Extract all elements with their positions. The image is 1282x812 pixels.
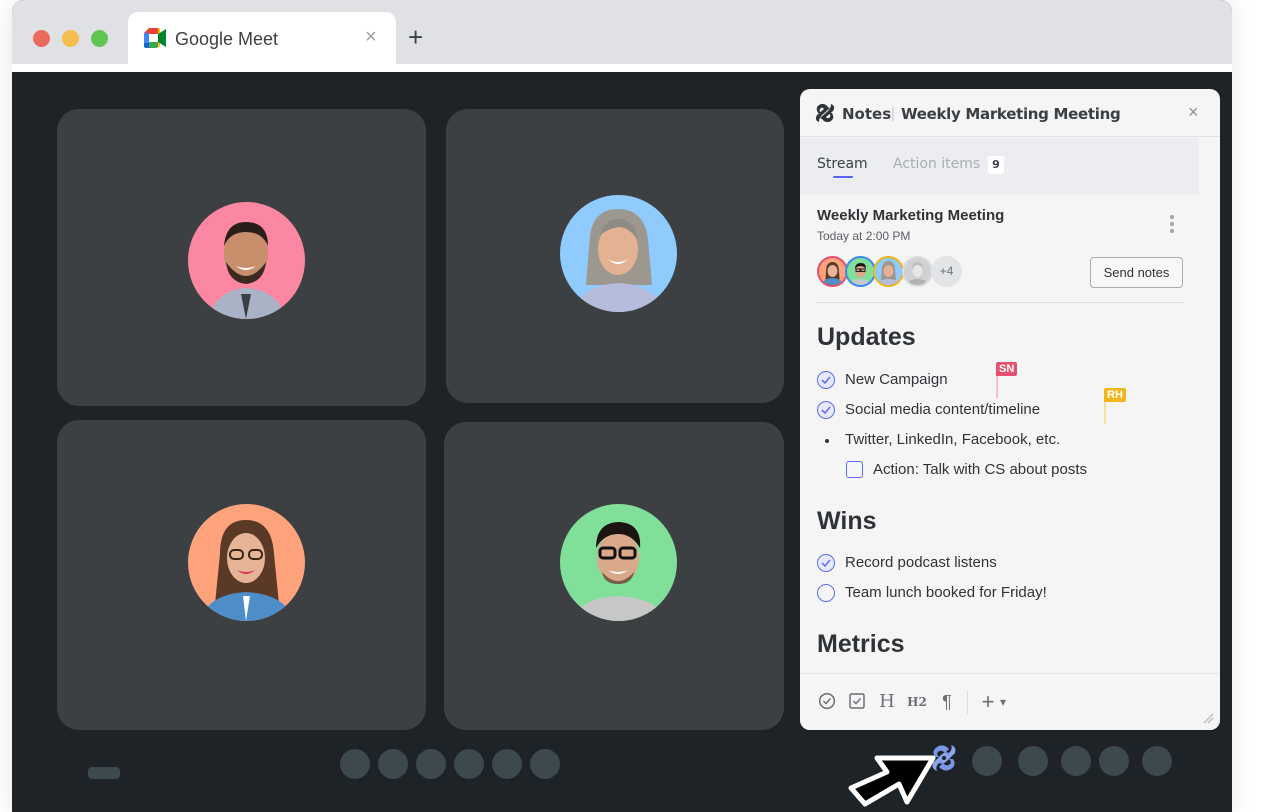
header-meeting-name: Weekly Marketing Meeting	[901, 105, 1121, 123]
checkbox-tool-icon[interactable]	[847, 692, 867, 712]
toolbar-strip	[12, 64, 1232, 72]
divider	[817, 302, 1183, 303]
control-button-9[interactable]	[1061, 746, 1091, 776]
collaborator-cursor-caret	[1104, 402, 1106, 424]
tab-title: Google Meet	[175, 29, 279, 49]
control-button-8[interactable]	[1018, 746, 1048, 776]
header-separator: |	[891, 105, 895, 122]
checked-circle-icon[interactable]	[817, 371, 835, 389]
minimize-window-button[interactable]	[62, 30, 79, 47]
participant-avatar	[560, 504, 677, 621]
control-button-10[interactable]	[1099, 746, 1129, 776]
checked-circle-icon[interactable]	[817, 401, 835, 419]
control-button-6[interactable]	[530, 749, 560, 779]
collaborator-cursor-caret	[996, 376, 998, 398]
video-tile-3[interactable]	[57, 420, 426, 730]
item-text: Action: Talk with CS about posts	[873, 461, 1087, 478]
item-text: Social media content/timeline	[845, 401, 1041, 418]
checkbox-icon[interactable]	[846, 461, 863, 478]
more-attendees-count[interactable]: +4	[931, 256, 962, 287]
section-heading-metrics: Metrics	[817, 630, 905, 658]
more-options-icon[interactable]	[1168, 215, 1176, 237]
close-icon[interactable]: ×	[1188, 102, 1199, 123]
control-button-4[interactable]	[454, 749, 484, 779]
attendee-avatar	[845, 256, 876, 287]
item-text: Team lunch booked for Friday!	[845, 584, 1047, 601]
control-button-1[interactable]	[340, 749, 370, 779]
participant-avatar	[188, 504, 305, 621]
video-tile-4[interactable]	[444, 422, 784, 730]
control-button-3[interactable]	[416, 749, 446, 779]
notes-panel: Notes | Weekly Marketing Meeting × Strea…	[800, 89, 1220, 730]
unchecked-circle-icon[interactable]	[817, 584, 835, 602]
heading-2-tool-icon[interactable]: H2	[905, 692, 929, 712]
toolbar-divider	[967, 690, 968, 714]
attendee-avatar	[817, 256, 848, 287]
video-tile-1[interactable]	[57, 109, 426, 406]
notes-header: Notes | Weekly Marketing Meeting ×	[800, 89, 1220, 137]
meeting-time: Today at 2:00 PM	[817, 229, 911, 243]
action-items-count-badge: 9	[988, 156, 1004, 174]
maximize-window-button[interactable]	[91, 30, 108, 47]
browser-tab[interactable]: Google Meet ×	[128, 12, 396, 68]
bullet-icon	[825, 439, 829, 443]
item-text: Record podcast listens	[845, 554, 997, 571]
attendee-list[interactable]: +4	[817, 256, 967, 288]
participant-avatar	[560, 195, 677, 312]
browser-window: Google Meet × + Notes | Weekly Marketing…	[12, 0, 1232, 812]
editor-toolbar: H H2 ¶ + ▾	[800, 673, 1220, 730]
meeting-stage: Notes | Weekly Marketing Meeting × Strea…	[12, 72, 1232, 812]
control-button-2[interactable]	[378, 749, 408, 779]
video-tile-2[interactable]	[446, 109, 784, 403]
send-notes-button[interactable]: Send notes	[1090, 257, 1183, 288]
meeting-info-pill[interactable]	[88, 767, 120, 779]
participant-avatar	[188, 202, 305, 319]
section-heading-wins: Wins	[817, 507, 877, 535]
notes-app-label: Notes	[842, 105, 892, 123]
notes-logo-icon	[815, 103, 835, 123]
tab-action-items[interactable]: Action items	[893, 156, 980, 172]
control-button-5[interactable]	[492, 749, 522, 779]
check-circle-tool-icon[interactable]	[817, 692, 837, 712]
attendee-avatar	[902, 256, 933, 287]
tab-stream[interactable]: Stream	[817, 156, 868, 172]
section-heading-updates: Updates	[817, 323, 916, 351]
title-bar: Google Meet × +	[12, 0, 1232, 68]
control-button-7[interactable]	[972, 746, 1002, 776]
notes-tabs: Stream Action items 9	[800, 138, 1199, 195]
collaborator-cursor-label: SN	[996, 362, 1018, 376]
resize-handle-icon[interactable]	[1202, 712, 1214, 724]
meeting-title: Weekly Marketing Meeting	[817, 207, 1005, 224]
tab-close-icon[interactable]: ×	[365, 27, 377, 47]
collaborator-cursor-label: RH	[1104, 388, 1126, 402]
mouse-pointer-icon	[848, 755, 936, 807]
add-block-icon[interactable]: +	[978, 691, 998, 713]
new-tab-button[interactable]: +	[408, 24, 423, 50]
paragraph-tool-icon[interactable]: ¶	[937, 692, 957, 712]
attendee-avatar	[873, 256, 904, 287]
control-button-11[interactable]	[1142, 746, 1172, 776]
close-window-button[interactable]	[33, 30, 50, 47]
item-text: Twitter, LinkedIn, Facebook, etc.	[845, 431, 1061, 448]
checked-circle-icon[interactable]	[817, 554, 835, 572]
item-text: New Campaign	[845, 371, 948, 388]
heading-1-tool-icon[interactable]: H	[877, 692, 897, 712]
active-tab-indicator	[833, 176, 853, 178]
google-meet-logo-icon	[144, 28, 166, 48]
add-dropdown-caret-icon[interactable]: ▾	[996, 692, 1010, 712]
notes-content: Weekly Marketing Meeting Today at 2:00 P…	[800, 195, 1199, 673]
